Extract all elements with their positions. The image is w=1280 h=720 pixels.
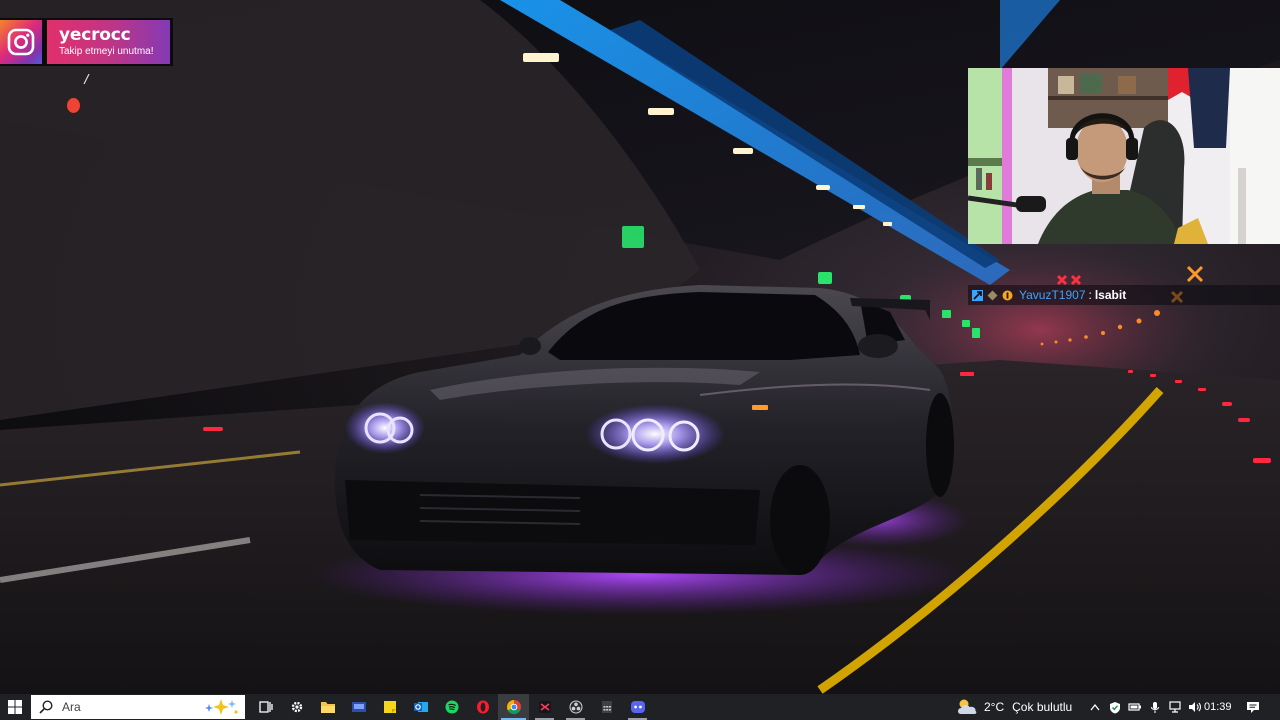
notification-center-button[interactable]	[1240, 694, 1266, 720]
windows-logo-icon	[8, 700, 22, 714]
capcut-icon	[538, 701, 551, 713]
search-placeholder: Ara	[62, 700, 81, 714]
shield-icon	[1110, 701, 1120, 713]
chat-message: YavuzT1907 : lsabit	[968, 285, 1280, 305]
battery-tray-button[interactable]	[1125, 694, 1145, 720]
opera-button[interactable]	[467, 694, 498, 720]
instagram-username: yecrocc	[59, 25, 131, 45]
task-view-icon	[258, 701, 273, 713]
system-tray	[1085, 694, 1205, 720]
volume-tray-button[interactable]	[1185, 694, 1205, 720]
show-hidden-icons-button[interactable]	[1085, 694, 1105, 720]
speaker-volume-icon	[1189, 702, 1201, 712]
webcam-overlay	[968, 68, 1280, 244]
microphone-icon	[1150, 701, 1160, 713]
instagram-icon	[0, 20, 42, 64]
obs-icon	[569, 700, 582, 714]
file-explorer-icon	[320, 702, 335, 713]
capcut-button[interactable]	[529, 694, 560, 720]
chevron-up-icon	[1090, 703, 1100, 711]
chrome-icon	[506, 700, 521, 714]
spotify-icon	[445, 700, 458, 714]
security-tray-button[interactable]	[1105, 694, 1125, 720]
file-explorer-button[interactable]	[312, 694, 343, 720]
outlook-icon	[413, 702, 428, 712]
monitor-app-button[interactable]	[343, 694, 374, 720]
gift-badge-icon	[1002, 290, 1013, 300]
taskbar-search-box[interactable]: Ara	[31, 695, 245, 719]
chat-separator: :	[1088, 288, 1092, 302]
outlook-button[interactable]	[405, 694, 436, 720]
discord-icon	[630, 701, 645, 713]
battery-icon	[1128, 703, 1141, 711]
obs-button[interactable]	[560, 694, 591, 720]
chrome-button[interactable]	[498, 694, 529, 720]
cloudy-weather-icon	[958, 699, 977, 714]
recording-dot	[67, 98, 80, 113]
settings-app-button[interactable]	[281, 694, 312, 720]
settings-gear-icon	[291, 701, 302, 713]
opera-icon	[476, 700, 489, 714]
instagram-text-box: yecrocc Takip etmeyi unutma!	[47, 20, 170, 64]
taskbar: Ara 2°C Çok bulutlu 01:39	[0, 694, 1280, 720]
instagram-tagline: Takip etmeyi unutma!	[59, 46, 154, 57]
weather-temperature: 2°C	[984, 700, 1005, 714]
weather-widget[interactable]: 2°C Çok bulutlu	[956, 694, 1072, 720]
discord-button[interactable]	[622, 694, 653, 720]
notification-icon	[1247, 701, 1259, 713]
mouse-cursor	[83, 73, 91, 91]
taskbar-clock[interactable]: 01:39	[1204, 694, 1232, 720]
spotify-button[interactable]	[436, 694, 467, 720]
chat-username: YavuzT1907	[1019, 288, 1086, 302]
monitor-app-icon	[351, 702, 366, 712]
taskbar-app-list	[250, 694, 653, 720]
chat-text: lsabit	[1094, 288, 1127, 302]
twitch-prime-badge-icon	[972, 289, 983, 301]
task-view-button[interactable]	[250, 694, 281, 720]
instagram-overlay: yecrocc Takip etmeyi unutma!	[0, 18, 173, 66]
search-icon	[39, 700, 53, 714]
sticky-notes-icon	[383, 701, 396, 713]
calculator-icon	[601, 701, 612, 713]
start-button[interactable]	[0, 694, 30, 720]
sticky-notes-button[interactable]	[374, 694, 405, 720]
weather-condition: Çok bulutlu	[1012, 700, 1073, 714]
calculator-button[interactable]	[591, 694, 622, 720]
streamer-camera-feed	[968, 68, 1280, 244]
search-highlight-icon	[205, 699, 238, 715]
microphone-tray-button[interactable]	[1145, 694, 1165, 720]
subscriber-badge-icon	[987, 290, 998, 300]
ethernet-network-icon	[1169, 701, 1181, 713]
network-tray-button[interactable]	[1165, 694, 1185, 720]
